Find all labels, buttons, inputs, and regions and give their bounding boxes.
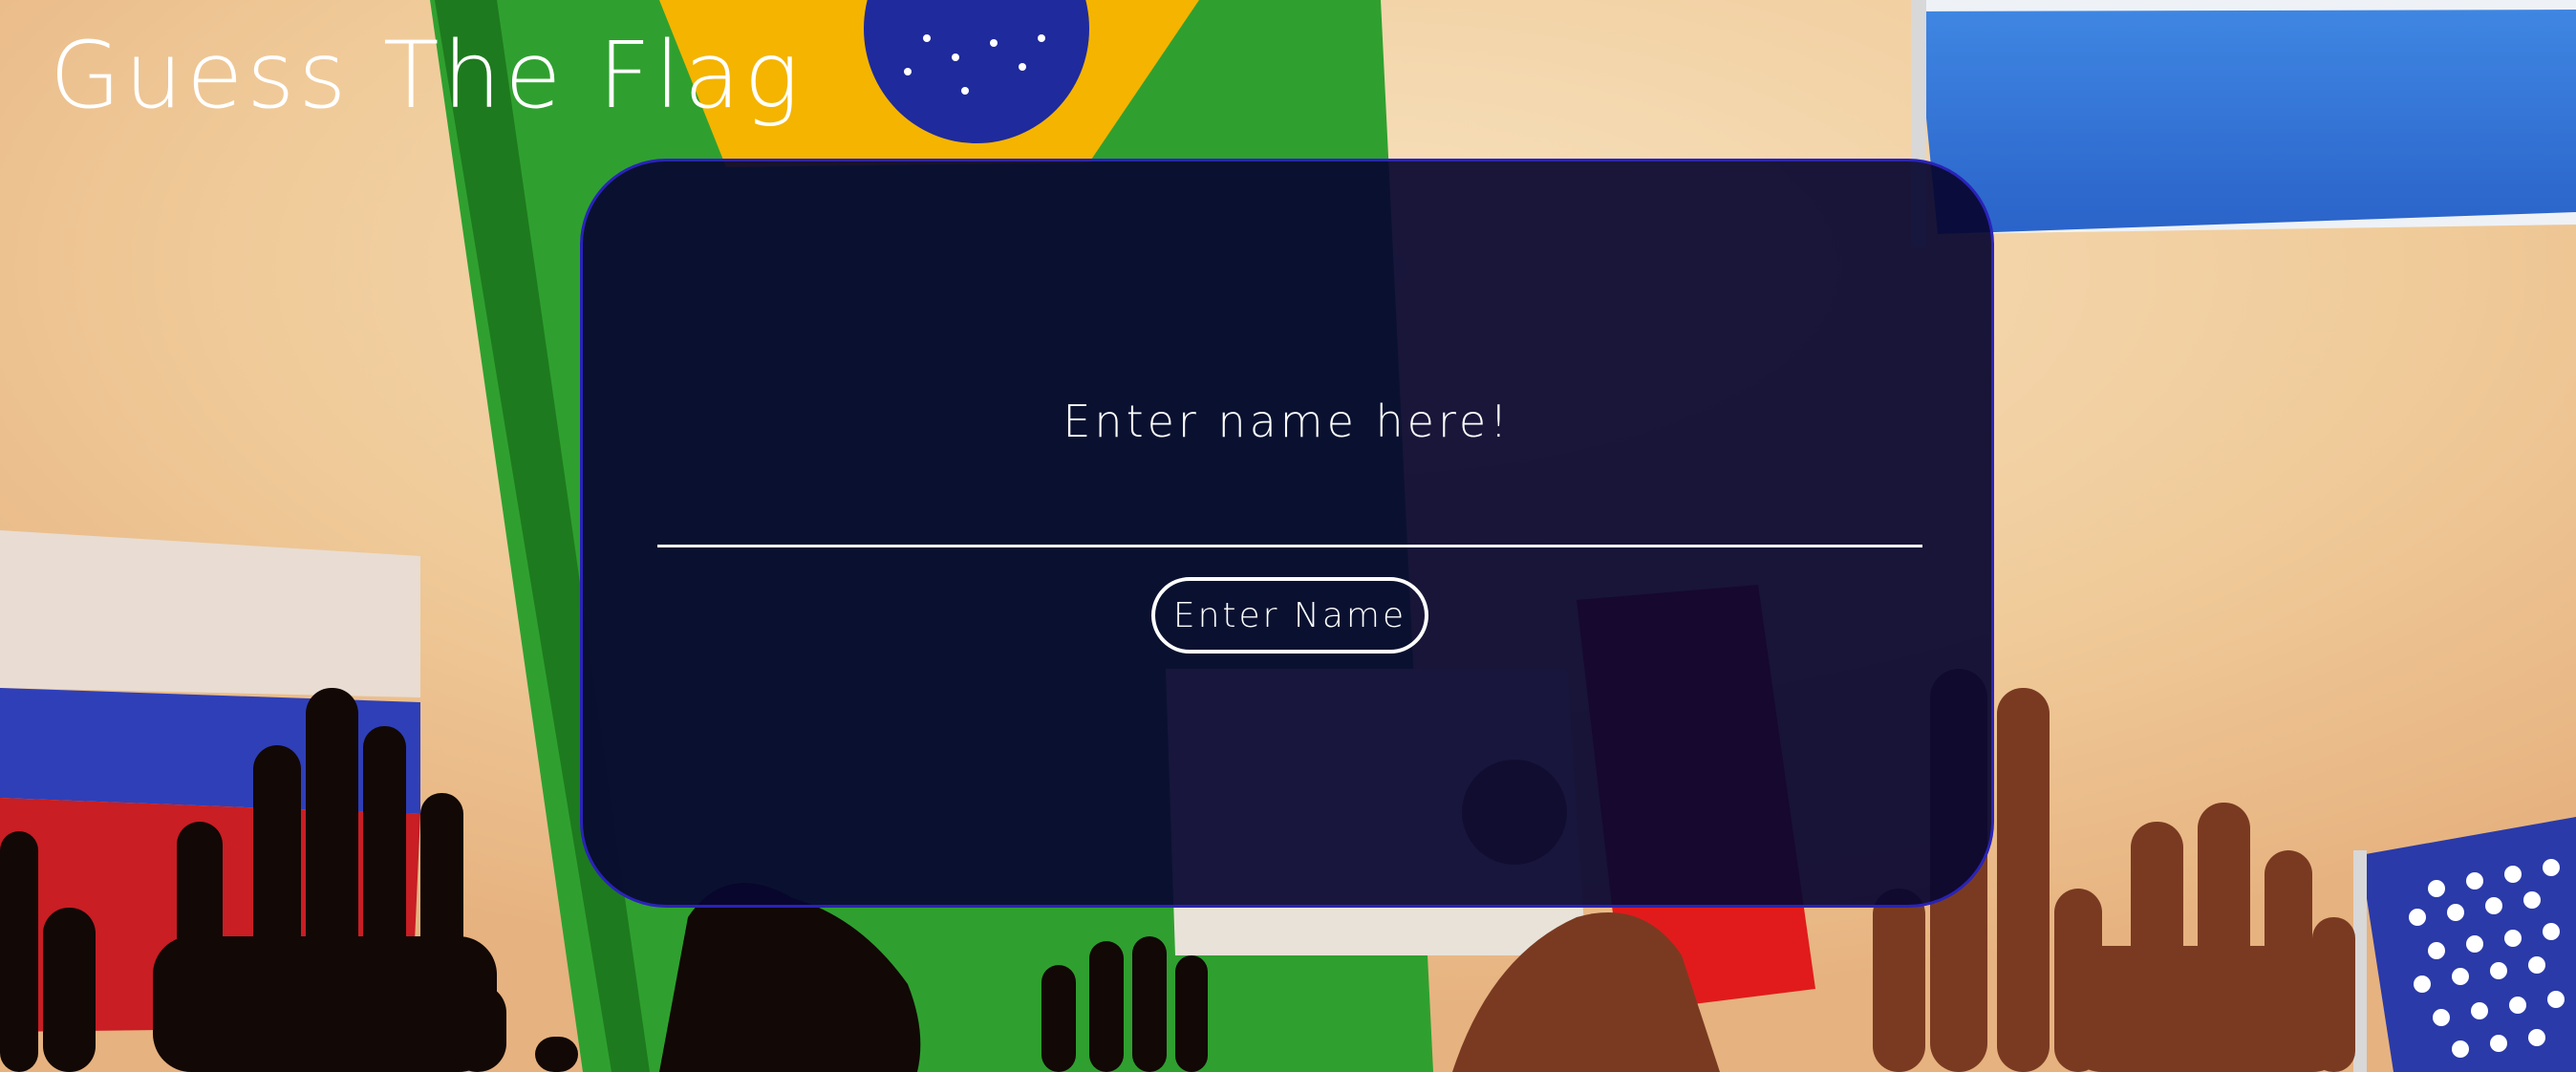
- name-prompt: Enter name here!: [1063, 396, 1512, 447]
- page-title: Guess The Flag: [50, 22, 804, 129]
- argentina-flag-icon: [1911, 0, 2576, 248]
- name-entry-card: Enter name here! Enter Name: [580, 159, 1994, 908]
- page: Guess The Flag Enter name here! Enter Na…: [0, 0, 2576, 1072]
- name-input[interactable]: [657, 498, 1922, 547]
- enter-name-button[interactable]: Enter Name: [1151, 577, 1428, 654]
